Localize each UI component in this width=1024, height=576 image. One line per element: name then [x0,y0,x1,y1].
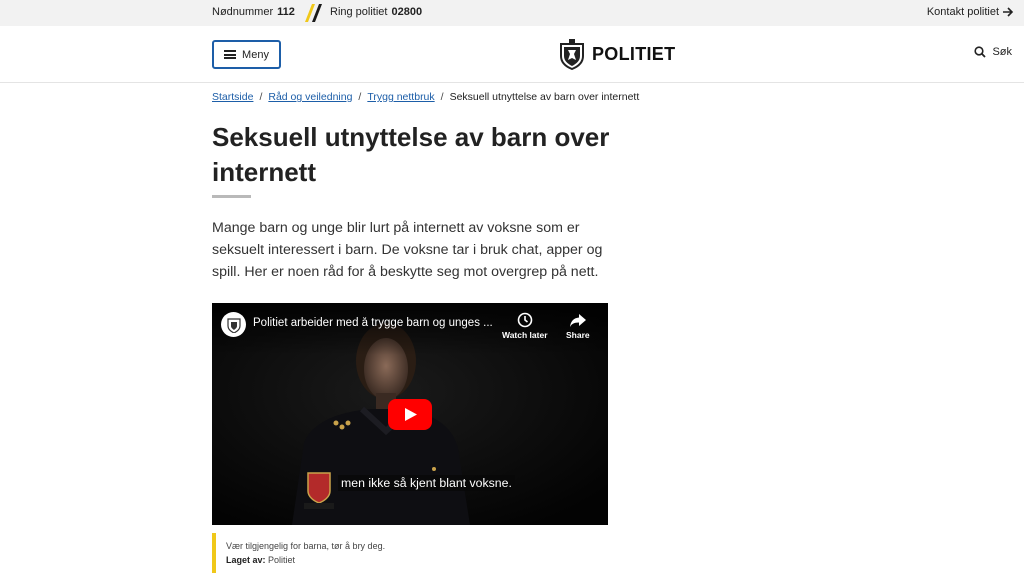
made-by: Laget av: Politiet [226,553,592,567]
ring-label: Ring politiet [330,6,388,18]
caption-text: Vær tilgjengelig for barna, tør å bry de… [226,541,386,551]
search-button[interactable]: Søk [974,46,1012,58]
share-button[interactable]: Share [566,312,590,340]
police-crest-icon [226,317,241,333]
search-label: Søk [992,46,1012,58]
top-utility-bar: Nødnummer 112 Ring politiet 02800 Kontak… [0,0,1024,26]
arrow-right-icon [1003,7,1014,17]
breadcrumb-separator: / [440,91,444,103]
emergency-number-value: 112 [277,6,295,18]
site-header: Meny POLITIET Søk [0,26,1024,83]
watch-later-label: Watch later [502,330,548,340]
breadcrumb: Startside / Råd og veiledning / Trygg ne… [212,91,639,103]
play-button-icon[interactable] [388,399,432,430]
emergency-label: Nødnummer [212,6,274,18]
breadcrumb-separator: / [358,91,362,103]
emergency-number: Nødnummer 112 [212,6,295,18]
made-by-label: Laget av: [226,555,266,565]
hamburger-icon [224,50,237,59]
share-label: Share [566,330,590,340]
contact-label: Kontakt politiet [926,6,999,18]
breadcrumb-startside[interactable]: Startside [212,91,253,103]
menu-label: Meny [242,48,269,61]
video-subtitle: men ikke så kjent blant voksne. [338,475,515,491]
search-icon [974,46,987,58]
ring-number-value: 02800 [391,6,423,18]
breadcrumb-current: Seksuell utnyttelse av barn over interne… [449,91,640,103]
police-slash-icon [305,4,322,22]
page-title: Seksuell utnyttelse av barn over interne… [212,122,610,187]
ring-police: Ring politiet 02800 [330,6,422,18]
logo-wordmark: POLITIET [592,43,676,64]
video-title[interactable]: Politiet arbeider med å trygge barn og u… [253,317,499,329]
lead-paragraph: Mange barn og unge blir lurt på internet… [212,220,603,280]
video-caption: Vær tilgjengelig for barna, tør å bry de… [212,533,592,573]
video-top-gradient [212,303,608,355]
share-icon [569,314,586,327]
politiet-logo[interactable]: POLITIET [558,38,675,70]
clock-icon [517,312,533,328]
contact-police-link[interactable]: Kontakt politiet [927,6,1014,18]
breadcrumb-rad-og-veiledning[interactable]: Råd og veiledning [268,91,352,103]
menu-button[interactable]: Meny [212,40,281,69]
breadcrumb-separator: / [259,91,263,103]
police-crest-icon [560,39,584,70]
breadcrumb-trygg-nettbruk[interactable]: Trygg nettbruk [367,91,434,103]
watch-later-button[interactable]: Watch later [502,312,548,340]
made-by-value: Politiet [268,555,296,565]
channel-avatar[interactable] [221,312,246,337]
title-underline [212,195,251,198]
video-player[interactable]: Politiet arbeider med å trygge barn og u… [212,303,608,525]
